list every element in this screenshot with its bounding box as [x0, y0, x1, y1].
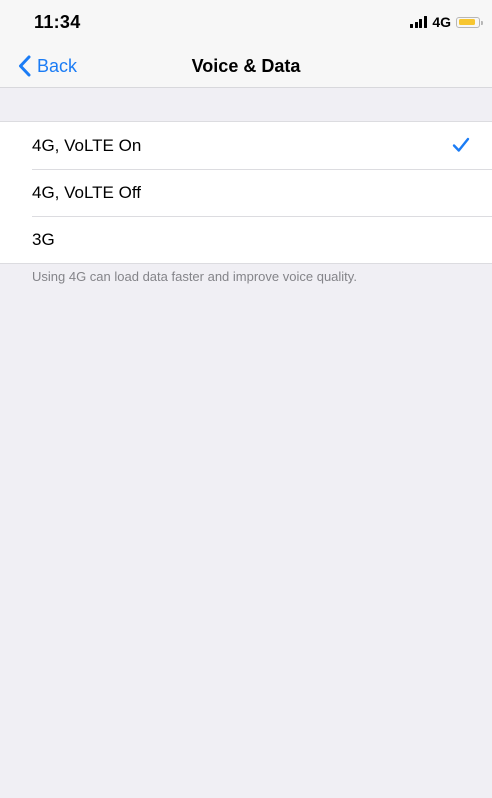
page-title: Voice & Data	[191, 56, 301, 76]
status-time: 11:34	[34, 12, 81, 32]
navigation-bar: Back Voice & Data	[0, 44, 492, 88]
checkmark-icon	[452, 137, 470, 152]
footer-note: Using 4G can load data faster and improv…	[32, 269, 357, 284]
option-label: 4G, VoLTE On	[32, 135, 142, 155]
option-label: 4G, VoLTE Off	[32, 182, 141, 202]
option-3g[interactable]: 3G	[0, 216, 492, 263]
option-4g-volte-off[interactable]: 4G, VoLTE Off	[0, 169, 492, 216]
status-indicators: 4G	[410, 13, 483, 31]
status-bar: 11:34 4G	[0, 0, 492, 44]
network-type: 4G	[432, 14, 451, 30]
cellular-signal-icon	[410, 16, 428, 28]
voice-data-options: 4G, VoLTE On 4G, VoLTE Off 3G	[0, 121, 492, 264]
battery-icon	[456, 16, 483, 28]
option-4g-volte-on[interactable]: 4G, VoLTE On	[0, 122, 492, 169]
option-label: 3G	[32, 229, 55, 249]
